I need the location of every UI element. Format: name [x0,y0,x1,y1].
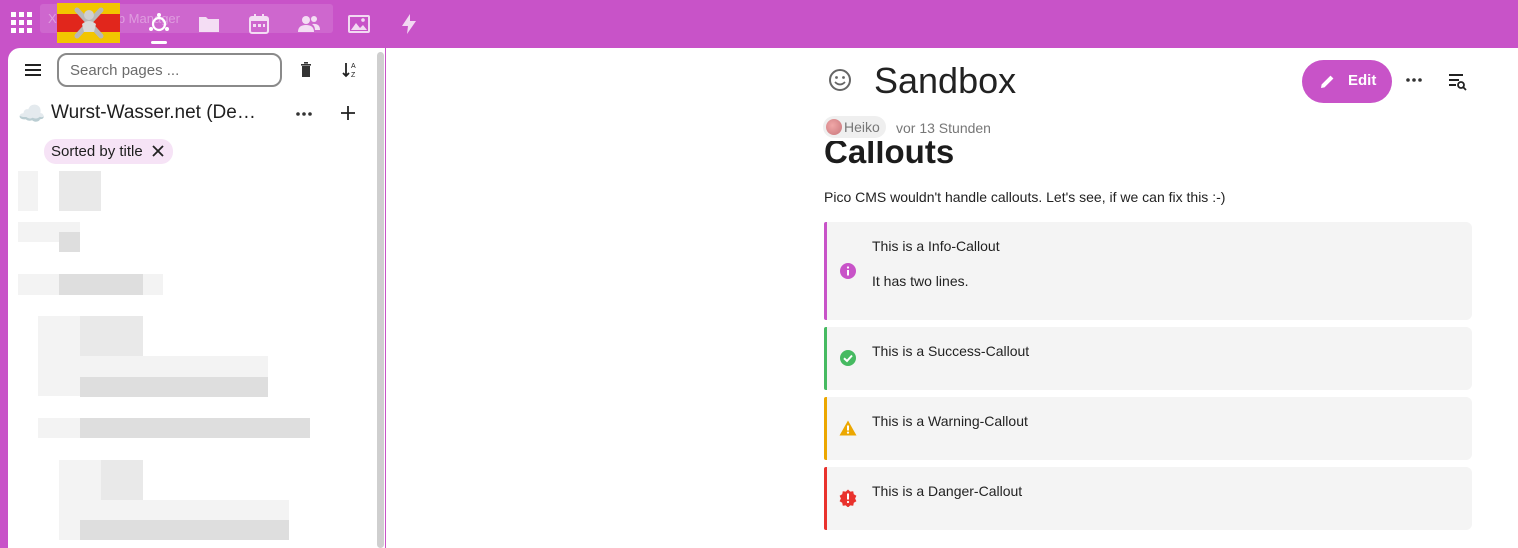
warning-callout-text: This is a Warning-Callout [872,413,1028,429]
author-name: Heiko [844,119,880,135]
smiley-icon[interactable] [827,67,853,93]
more-actions-icon[interactable] [294,104,314,124]
activity-icon[interactable] [397,12,421,36]
collectives-icon[interactable] [147,12,171,36]
danger-callout: This is a Danger-Callout [824,467,1472,530]
top-app-bar: X ... from Tab Manager [0,0,1518,48]
last-edited-time: vor 13 Stunden [896,120,991,136]
edit-button[interactable]: Edit [1302,60,1392,103]
author-chip[interactable]: Heiko [823,116,886,138]
sort-chip: Sorted by title [44,139,173,164]
close-icon[interactable] [151,144,165,158]
add-page-icon[interactable] [338,103,358,123]
search-pages-input[interactable] [57,53,282,87]
calendar-icon[interactable] [247,12,271,36]
warning-icon [839,420,857,436]
files-icon[interactable] [197,12,221,36]
photos-icon[interactable] [347,12,371,36]
page-content: Sandbox Edit Heiko vor 13 Stunden Callou… [386,48,1518,548]
danger-callout-text: This is a Danger-Callout [872,483,1023,499]
hamburger-menu-icon[interactable] [22,59,44,81]
success-callout-text: This is a Success-Callout [872,343,1030,359]
sort-order-icon[interactable]: A Z [341,60,361,80]
intro-paragraph: Pico CMS wouldn't handle callouts. Let's… [824,189,1226,205]
check-circle-icon [840,350,856,366]
content-heading: Callouts [824,133,955,170]
contacts-icon[interactable] [297,12,321,36]
app-menu-icon[interactable] [11,12,33,34]
info-callout-line1: This is a Info-Callout [872,238,1000,254]
sidebar-scrollbar[interactable] [377,52,384,548]
active-app-indicator [151,41,167,44]
collective-emoji: ☁️ [18,101,46,126]
more-actions-icon[interactable] [1404,70,1424,90]
trash-icon[interactable] [298,61,314,79]
avatar [826,119,842,135]
page-outline-icon[interactable] [1447,71,1467,91]
info-callout-line2: It has two lines. [872,273,969,289]
svg-text:A: A [351,63,356,70]
sort-chip-label: Sorted by title [51,143,143,160]
site-logo[interactable] [57,3,120,43]
collective-header[interactable]: ☁️ Wurst-Wasser.net (Deep-Thoughts) [8,96,378,132]
success-callout: This is a Success-Callout [824,327,1472,390]
crest-icon [74,7,104,39]
danger-icon [839,489,857,507]
svg-text:Z: Z [351,72,356,79]
navigation-sidebar: A Z ☁️ Wurst-Wasser.net (Deep-Thoughts) … [8,48,385,548]
info-callout: This is a Info-Callout It has two lines. [824,222,1472,320]
collective-name[interactable]: Wurst-Wasser.net (Deep-Thoughts) [51,102,263,124]
warning-callout: This is a Warning-Callout [824,397,1472,460]
pencil-icon [1321,75,1334,88]
edit-button-label: Edit [1348,72,1377,89]
info-icon [840,263,856,279]
page-title: Sandbox [874,60,1017,101]
